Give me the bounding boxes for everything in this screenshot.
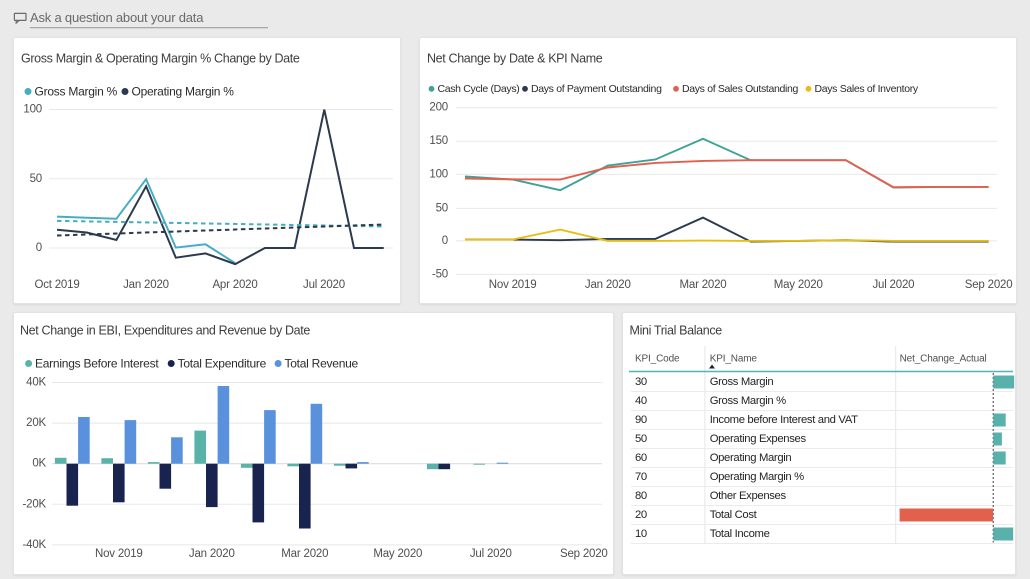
svg-text:150: 150 bbox=[429, 135, 448, 147]
svg-text:Gross Margin: Gross Margin bbox=[710, 376, 774, 388]
svg-text:KPI_Code: KPI_Code bbox=[635, 354, 680, 365]
svg-text:10: 10 bbox=[635, 528, 647, 540]
svg-text:Operating Expenses: Operating Expenses bbox=[710, 433, 807, 445]
svg-text:Days of Payment Outstanding: Days of Payment Outstanding bbox=[531, 83, 662, 95]
svg-text:Total Income: Total Income bbox=[710, 528, 770, 540]
svg-text:50: 50 bbox=[635, 433, 647, 445]
svg-text:Mar 2020: Mar 2020 bbox=[680, 279, 727, 291]
svg-text:0K: 0K bbox=[32, 458, 46, 470]
svg-text:-50: -50 bbox=[432, 268, 448, 280]
svg-text:Sep 2020: Sep 2020 bbox=[560, 548, 608, 560]
svg-text:May 2020: May 2020 bbox=[373, 548, 422, 560]
svg-text:Operating Margin %: Operating Margin % bbox=[132, 85, 235, 99]
svg-text:Gross Margin %: Gross Margin % bbox=[35, 85, 118, 99]
svg-text:KPI_Name: KPI_Name bbox=[710, 354, 758, 365]
svg-text:100: 100 bbox=[429, 168, 448, 180]
svg-text:Net Change by Date & KPI Name: Net Change by Date & KPI Name bbox=[427, 52, 603, 66]
svg-text:Jan 2020: Jan 2020 bbox=[189, 548, 235, 560]
svg-text:80: 80 bbox=[635, 490, 647, 502]
svg-text:Oct 2019: Oct 2019 bbox=[34, 279, 79, 291]
svg-text:Mini Trial Balance: Mini Trial Balance bbox=[630, 324, 723, 338]
svg-text:40: 40 bbox=[635, 395, 647, 407]
svg-text:Total Revenue: Total Revenue bbox=[285, 357, 359, 371]
svg-text:Jan 2020: Jan 2020 bbox=[123, 279, 169, 291]
svg-text:Earnings Before Interest: Earnings Before Interest bbox=[35, 357, 159, 371]
svg-text:Days of Sales Outstanding: Days of Sales Outstanding bbox=[682, 83, 799, 95]
svg-text:Operating Margin: Operating Margin bbox=[710, 452, 792, 464]
svg-text:20K: 20K bbox=[26, 417, 46, 429]
svg-text:Gross Margin & Operating Margi: Gross Margin & Operating Margin % Change… bbox=[21, 52, 300, 66]
svg-text:Jan 2020: Jan 2020 bbox=[585, 279, 631, 291]
svg-text:60: 60 bbox=[635, 452, 647, 464]
svg-text:Nov 2019: Nov 2019 bbox=[95, 548, 143, 560]
svg-text:Gross Margin %: Gross Margin % bbox=[710, 395, 786, 407]
svg-text:30: 30 bbox=[635, 376, 647, 388]
svg-text:0: 0 bbox=[442, 235, 448, 247]
svg-text:Other Expenses: Other Expenses bbox=[710, 490, 787, 502]
svg-text:40K: 40K bbox=[26, 377, 46, 389]
svg-text:Operating Margin %: Operating Margin % bbox=[710, 471, 804, 483]
svg-text:Jul 2020: Jul 2020 bbox=[470, 548, 512, 560]
svg-text:Sep 2020: Sep 2020 bbox=[965, 279, 1013, 291]
svg-text:Income before Interest and VAT: Income before Interest and VAT bbox=[710, 414, 858, 426]
svg-text:200: 200 bbox=[429, 102, 448, 114]
svg-text:Total Cost: Total Cost bbox=[710, 509, 758, 521]
svg-text:Ask a question about your data: Ask a question about your data bbox=[30, 10, 204, 25]
svg-text:50: 50 bbox=[436, 202, 448, 214]
svg-text:Net Change in EBI, Expenditure: Net Change in EBI, Expenditures and Reve… bbox=[20, 323, 310, 337]
svg-text:20: 20 bbox=[635, 509, 647, 521]
svg-text:Days Sales of Inventory: Days Sales of Inventory bbox=[815, 83, 919, 95]
svg-text:50: 50 bbox=[30, 173, 42, 185]
svg-text:90: 90 bbox=[635, 414, 647, 426]
svg-text:100: 100 bbox=[23, 104, 42, 116]
svg-text:-20K: -20K bbox=[23, 498, 47, 510]
svg-text:Apr 2020: Apr 2020 bbox=[212, 279, 257, 291]
svg-text:Net_Change_Actual: Net_Change_Actual bbox=[900, 354, 987, 365]
svg-text:Mar 2020: Mar 2020 bbox=[281, 548, 328, 560]
svg-text:May 2020: May 2020 bbox=[774, 279, 823, 291]
svg-text:-40K: -40K bbox=[23, 539, 47, 551]
svg-text:Nov 2019: Nov 2019 bbox=[489, 279, 537, 291]
svg-text:Jul 2020: Jul 2020 bbox=[872, 279, 914, 291]
svg-text:70: 70 bbox=[635, 471, 647, 483]
svg-text:Jul 2020: Jul 2020 bbox=[303, 279, 345, 291]
svg-text:Cash Cycle (Days): Cash Cycle (Days) bbox=[438, 83, 520, 95]
svg-text:Total Expenditure: Total Expenditure bbox=[178, 357, 267, 371]
svg-text:0: 0 bbox=[36, 242, 42, 254]
